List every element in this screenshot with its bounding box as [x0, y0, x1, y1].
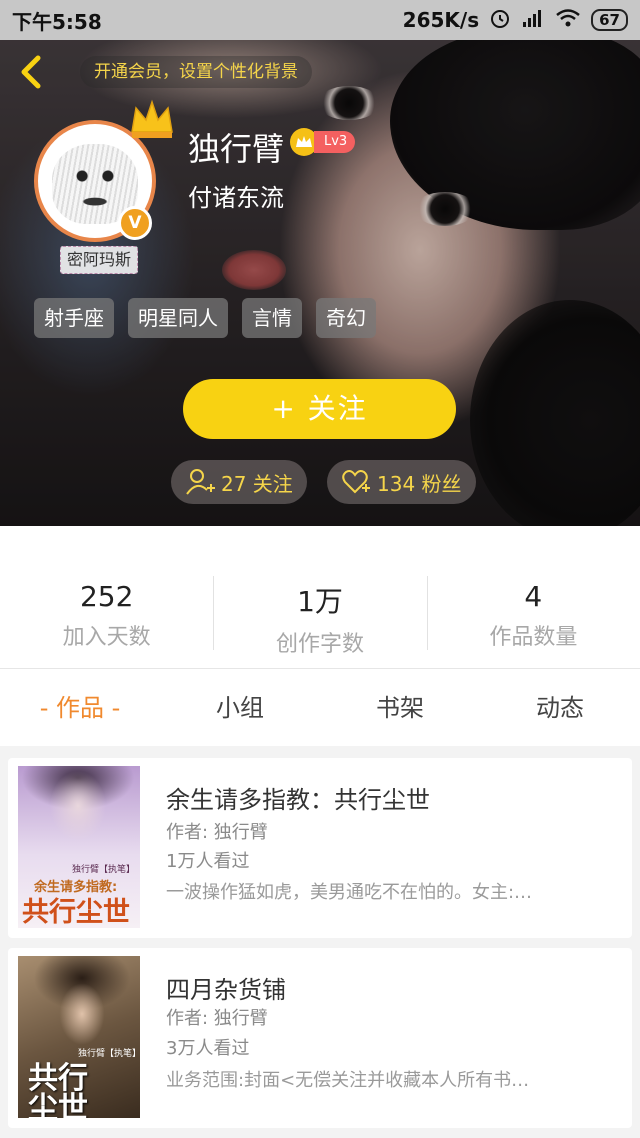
work-title: 余生请多指教：共行尘世	[166, 786, 430, 814]
cover-subtitle: 独行臂【执笔】	[78, 1049, 140, 1059]
following-button[interactable]: 27 关注	[171, 460, 307, 504]
followers-button[interactable]: 134 粉丝	[327, 460, 476, 504]
work-description: 业务范围:封面<无偿关注并收藏本人所有书…	[166, 1070, 530, 1091]
stat-works: 4 作品数量	[426, 526, 640, 668]
profile-tabs: - 作品 - 小组 书架 动态	[0, 668, 640, 746]
work-views: 3万人看过	[166, 1038, 250, 1059]
level-text: Lv3	[314, 131, 356, 153]
status-bar: 下午5:58 265K/s 67	[0, 0, 640, 40]
heart-icon	[342, 470, 370, 494]
verified-badge: V	[118, 206, 152, 240]
following-count: 27 关注	[221, 471, 293, 496]
work-card[interactable]: 独行臂【执笔】 共行尘世 四月杂货铺 作者: 独行臂 3万人看过 业务范围:封面…	[8, 948, 632, 1128]
alarm-icon	[489, 7, 511, 34]
back-button[interactable]	[14, 52, 50, 92]
stat-label: 作品数量	[489, 625, 578, 650]
stat-label: 加入天数	[62, 625, 151, 650]
level-badge: Lv3	[290, 128, 356, 156]
battery-indicator: 67	[591, 9, 628, 31]
network-speed: 265K/s	[402, 8, 480, 32]
user-signature: 付诸东流	[188, 184, 284, 212]
stat-words: 1万 创作字数	[213, 526, 426, 668]
tag-item[interactable]: 明星同人	[128, 298, 228, 338]
cover-title: 共行尘世	[22, 897, 130, 928]
stat-value: 4	[524, 580, 543, 613]
work-description: 一波操作猛如虎，美男通吃不在怕的。女主:…	[166, 882, 533, 903]
stat-label: 创作字数	[275, 632, 364, 657]
cover-subtitle: 独行臂【执笔】	[72, 865, 136, 875]
wifi-icon	[555, 8, 581, 33]
avatar-label: 密阿玛斯	[60, 246, 139, 274]
vip-background-banner[interactable]: 开通会员，设置个性化背景	[80, 56, 312, 88]
tag-item[interactable]: 奇幻	[316, 298, 376, 338]
profile-tags: 射手座 明星同人 言情 奇幻	[34, 298, 376, 338]
follow-button[interactable]: + 关注	[183, 379, 456, 439]
tag-item[interactable]: 言情	[242, 298, 302, 338]
status-time: 下午5:58	[12, 9, 102, 34]
tab-groups[interactable]: 小组	[160, 669, 320, 746]
stat-value: 252	[79, 580, 134, 613]
tab-activity[interactable]: 动态	[480, 669, 640, 746]
status-right: 265K/s 67	[403, 7, 628, 34]
work-views: 1万人看过	[166, 851, 250, 872]
work-cover: 独行臂【执笔】 共行尘世	[18, 956, 140, 1118]
signal-icon	[521, 8, 545, 33]
tag-item[interactable]: 射手座	[34, 298, 114, 338]
work-title: 四月杂货铺	[166, 976, 286, 1004]
profile-stats: 252 加入天数 1万 创作字数 4 作品数量	[0, 526, 640, 668]
stat-value: 1万	[297, 585, 343, 618]
cover-title: 共行尘世	[28, 1061, 88, 1119]
user-add-icon	[186, 469, 215, 495]
work-cover: 独行臂【执笔】 余生请多指教: 共行尘世	[18, 766, 140, 928]
crown-icon	[131, 99, 173, 138]
work-author: 作者: 独行臂	[166, 1008, 268, 1029]
stat-days: 252 加入天数	[0, 526, 213, 668]
work-author: 作者: 独行臂	[166, 822, 268, 843]
tab-bookshelf[interactable]: 书架	[320, 669, 480, 746]
chevron-left-icon	[21, 55, 41, 89]
username: 独行臂	[188, 130, 285, 168]
work-card[interactable]: 独行臂【执笔】 余生请多指教: 共行尘世 余生请多指教：共行尘世 作者: 独行臂…	[8, 758, 632, 938]
tab-works[interactable]: - 作品 -	[0, 669, 160, 746]
followers-count: 134 粉丝	[377, 471, 462, 496]
